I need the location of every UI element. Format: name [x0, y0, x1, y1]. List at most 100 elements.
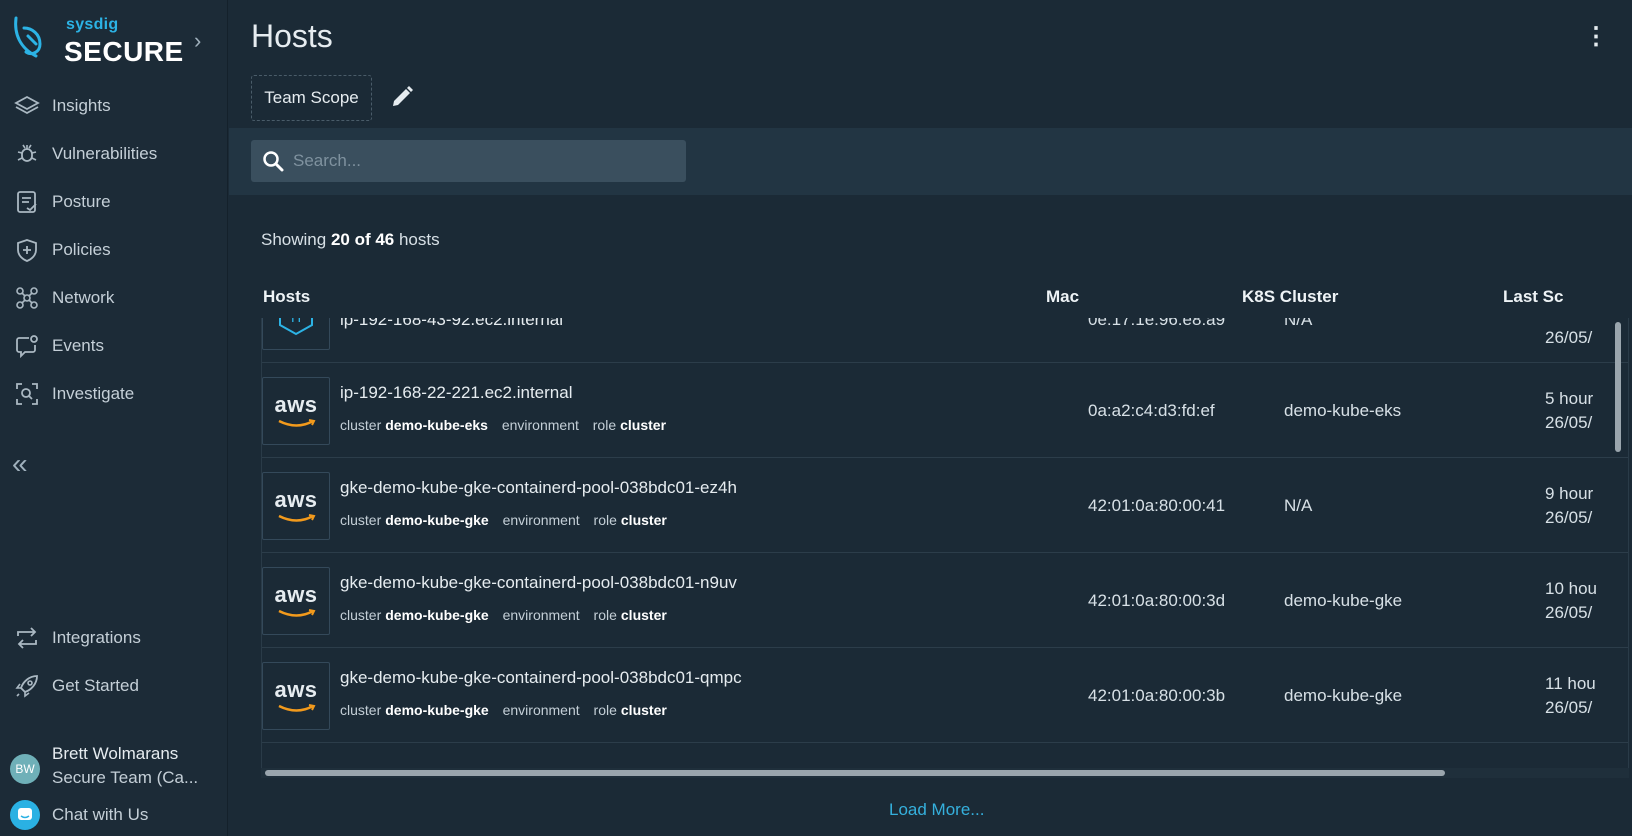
host-name[interactable]: ip-192-168-43-92.ec2.internal: [340, 318, 563, 330]
table-row[interactable]: aws gke-demo-kube-gke-containerd-pool-03…: [262, 553, 1628, 648]
aws-smile-icon: [278, 419, 316, 427]
tag-role: role cluster: [593, 607, 667, 623]
tag-role: role cluster: [592, 417, 667, 433]
events-icon: [12, 331, 42, 361]
host-last-seen: 11 hou: [1545, 674, 1596, 693]
showing-suffix: hosts: [394, 230, 440, 249]
nav-label: Investigate: [52, 384, 135, 403]
showing-prefix: Showing: [261, 230, 331, 249]
load-more-link[interactable]: Load More...: [889, 800, 984, 820]
nav-label: Insights: [52, 96, 111, 115]
host-logo: aws: [262, 377, 330, 445]
host-logo: H: [262, 318, 330, 350]
aws-smile-icon: [278, 609, 316, 617]
host-last-seen: 5 hour: [1545, 389, 1594, 408]
host-cluster: N/A: [1284, 318, 1313, 329]
tag-environment: environment: [502, 512, 580, 528]
host-logo: aws: [262, 472, 330, 540]
investigate-icon: [12, 379, 42, 409]
nav-item-get-started[interactable]: Get Started: [0, 664, 228, 708]
host-mac: 0a:a2:c4:d3:fd:ef: [1088, 401, 1215, 420]
column-header-mac[interactable]: Mac: [1046, 287, 1079, 307]
search-box[interactable]: [251, 140, 686, 182]
host-hexagon-icon: H: [279, 318, 313, 336]
chat-label: Chat with Us: [52, 805, 149, 824]
chat-icon: [10, 800, 40, 830]
nav-label: Policies: [52, 240, 111, 259]
user-profile[interactable]: BW Brett Wolmarans Secure Team (Ca...: [0, 740, 228, 794]
aws-smile-icon: [278, 704, 316, 712]
vertical-scrollbar[interactable]: [1615, 322, 1621, 452]
table-row[interactable]: aws gke-demo-kube-gke-containerd-pool-03…: [262, 648, 1628, 743]
table-row[interactable]: aws ip-192-168-22-221.ec2.internal clust…: [262, 363, 1628, 458]
aws-logo-icon: aws: [274, 677, 318, 702]
brand-name-small: sysdig: [66, 16, 119, 33]
team-scope-button[interactable]: Team Scope: [251, 75, 372, 121]
results-count: Showing 20 of 46 hosts: [261, 230, 440, 250]
nav-item-events[interactable]: Events: [0, 324, 228, 368]
host-name[interactable]: ip-192-168-22-221.ec2.internal: [340, 383, 573, 403]
nav-item-vulnerabilities[interactable]: Vulnerabilities: [0, 132, 228, 176]
integrations-icon: [12, 623, 42, 653]
host-name[interactable]: gke-demo-kube-gke-containerd-pool-038bdc…: [340, 478, 737, 498]
nav-item-insights[interactable]: Insights: [0, 84, 228, 128]
brand-name-big: SECURE: [64, 36, 184, 67]
chevron-right-icon[interactable]: ›: [194, 28, 201, 54]
tag-cluster: cluster demo-kube-gke: [340, 512, 489, 528]
edit-pencil-icon[interactable]: [389, 84, 415, 110]
nav-label: Network: [52, 288, 115, 307]
tag-role: role cluster: [593, 512, 667, 528]
nav-item-integrations[interactable]: Integrations: [0, 616, 228, 660]
aws-smile-icon: [278, 514, 316, 522]
hosts-table[interactable]: H ip-192-168-43-92.ec2.internal 0e:17:1e…: [261, 318, 1629, 778]
host-tags: cluster demo-kube-gke environment role clu…: [340, 512, 677, 528]
avatar: BW: [10, 754, 40, 784]
tag-environment: environment: [501, 417, 579, 433]
collapse-sidebar-icon[interactable]: «: [12, 448, 28, 480]
tag-environment: environment: [502, 702, 580, 718]
column-header-last-seen[interactable]: Last Sc: [1503, 287, 1563, 307]
nav-item-policies[interactable]: Policies: [0, 228, 228, 272]
host-cluster: demo-kube-gke: [1284, 686, 1403, 705]
tag-environment: environment: [502, 607, 580, 623]
user-team: Secure Team (Ca...: [52, 768, 199, 787]
host-tags: cluster demo-kube-gke environment role clu…: [340, 607, 677, 623]
nav-item-network[interactable]: Network: [0, 276, 228, 320]
table-row[interactable]: aws gke-demo-kube-gke-containerd-pool-03…: [262, 458, 1628, 553]
table-row[interactable]: H ip-192-168-43-92.ec2.internal 0e:17:1e…: [262, 318, 1628, 363]
chat-with-us-button[interactable]: Chat with Us: [0, 798, 228, 832]
host-logo: aws: [262, 662, 330, 730]
host-mac: 42:01:0a:80:00:41: [1088, 496, 1226, 515]
host-tags: cluster demo-kube-eks environment role clu…: [340, 417, 676, 433]
nav-label: Get Started: [52, 676, 139, 695]
nav-item-investigate[interactable]: Investigate: [0, 372, 228, 416]
checklist-icon: [12, 187, 42, 217]
search-input[interactable]: [293, 151, 673, 171]
host-name[interactable]: gke-demo-kube-gke-containerd-pool-038bdc…: [340, 573, 737, 593]
tag-cluster: cluster demo-kube-gke: [340, 702, 489, 718]
bug-icon: [12, 139, 42, 169]
host-cluster: N/A: [1284, 496, 1313, 515]
sidebar: sysdig SECURE › Insights Vulnerabilities…: [0, 0, 228, 836]
rocket-icon: [12, 671, 42, 701]
host-last-seen-date: 26/05/: [1545, 508, 1593, 527]
horizontal-scrollbar[interactable]: [265, 770, 1445, 776]
host-name[interactable]: gke-demo-kube-gke-containerd-pool-038bdc…: [340, 668, 742, 688]
aws-logo-icon: aws: [274, 487, 318, 512]
host-cluster: demo-kube-eks: [1284, 401, 1402, 420]
column-header-hosts[interactable]: Hosts: [263, 287, 310, 307]
tag-cluster: cluster demo-kube-gke: [340, 607, 489, 623]
nav-item-posture[interactable]: Posture: [0, 180, 228, 224]
host-last-seen: 9 hour: [1545, 484, 1594, 503]
sysdig-logo-icon: [14, 16, 42, 58]
nav-label: Integrations: [52, 628, 141, 647]
tag-role: role cluster: [593, 702, 667, 718]
host-last-seen-date: 26/05/: [1545, 413, 1593, 432]
layers-icon: [12, 91, 42, 121]
aws-logo-icon: aws: [274, 392, 318, 417]
user-name: Brett Wolmarans: [52, 744, 179, 763]
nav-label: Posture: [52, 192, 111, 211]
more-options-icon[interactable]: ⋮: [1584, 22, 1608, 51]
brand[interactable]: sysdig SECURE ›: [10, 12, 220, 72]
column-header-k8s-cluster[interactable]: K8S Cluster: [1242, 287, 1338, 307]
